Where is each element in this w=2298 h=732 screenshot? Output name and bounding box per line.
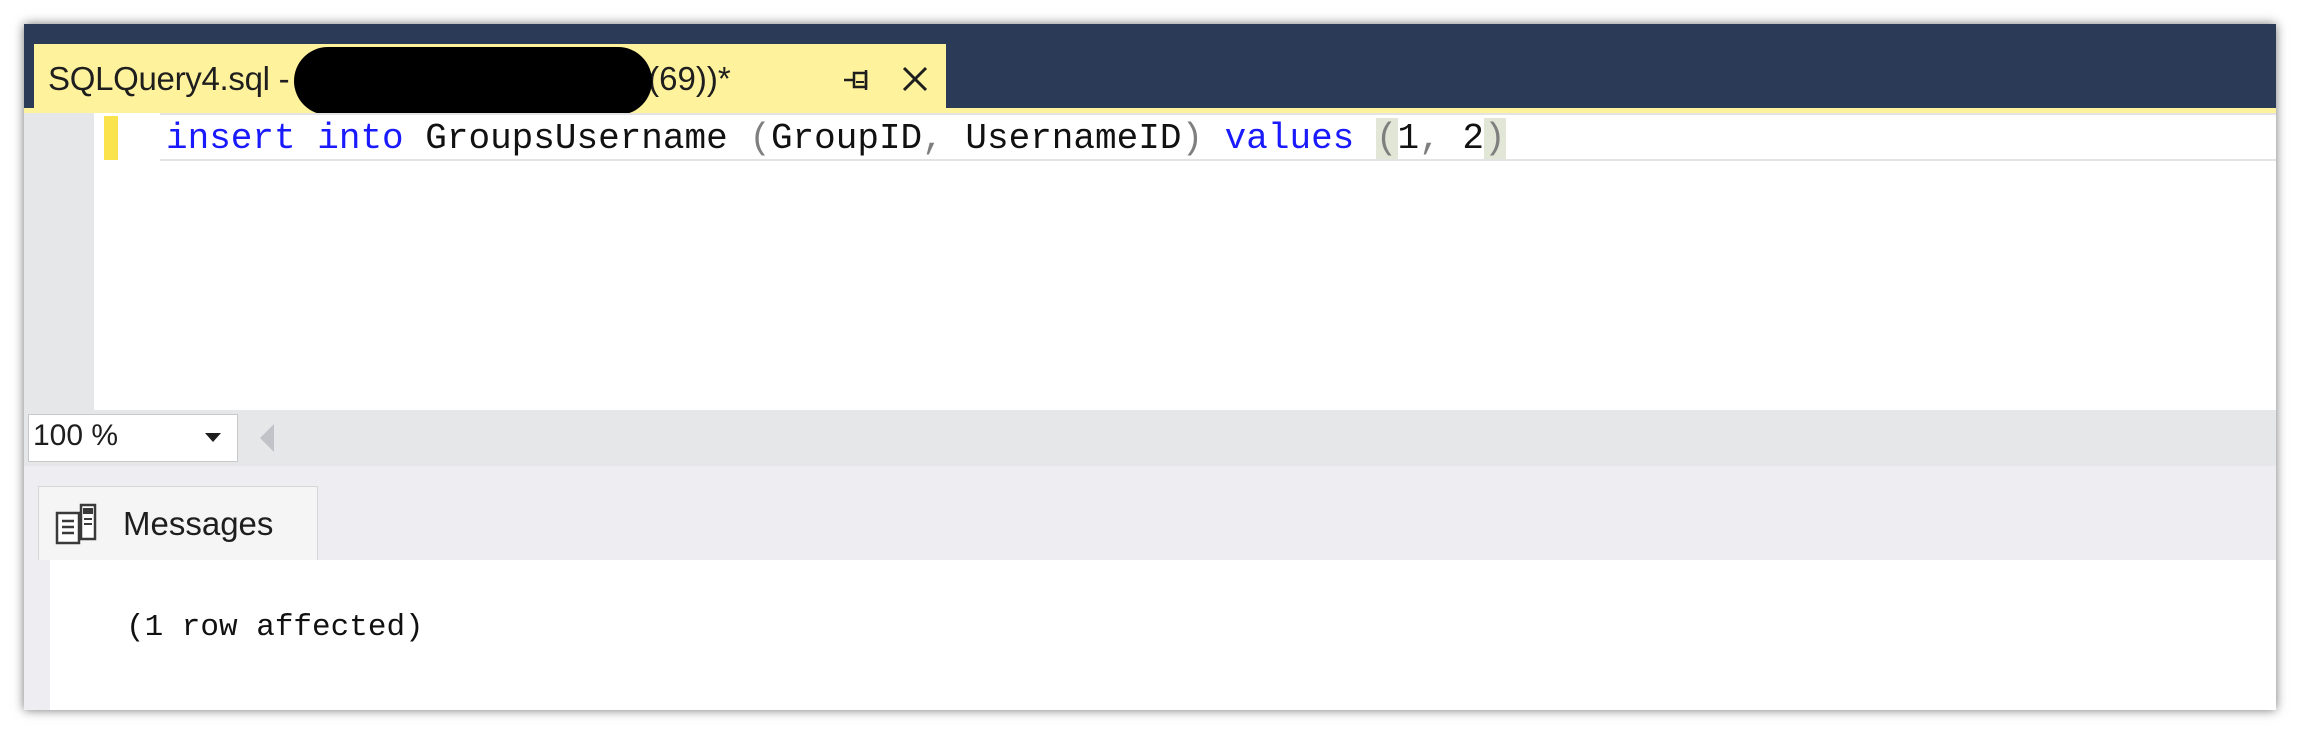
- results-pane: Messages (1 row affected): [24, 466, 2276, 710]
- redacted-server-name: [294, 46, 653, 115]
- message-output: (1 row affected): [126, 610, 424, 645]
- close-paren: ): [1181, 118, 1204, 159]
- messages-icon: [55, 503, 97, 545]
- keyword-into: into: [317, 118, 404, 159]
- open-paren: (: [749, 118, 771, 159]
- comma: ,: [1419, 118, 1463, 159]
- keyword-values: values: [1224, 118, 1355, 159]
- messages-panel: (1 row affected): [50, 560, 2276, 710]
- value-1: 1: [1397, 118, 1420, 159]
- column-usernameid: UsernameID: [965, 118, 1182, 159]
- ssms-window: SQLQuery4.sql - (69))* insert into Group…: [24, 24, 2276, 710]
- query-editor[interactable]: insert into GroupsUsername (GroupID, Use…: [24, 113, 2276, 410]
- close-icon[interactable]: [900, 64, 930, 94]
- scroll-left-arrow-icon[interactable]: [260, 424, 274, 452]
- zoom-dropdown[interactable]: 100 %: [28, 414, 238, 462]
- code-line-1[interactable]: insert into GroupsUsername (GroupID, Use…: [160, 113, 2276, 161]
- unsaved-change-marker: [104, 116, 118, 160]
- editor-gutter: [24, 113, 94, 410]
- table-name: GroupsUsername: [425, 118, 728, 159]
- tab-title-suffix: (69))*: [648, 59, 731, 97]
- column-groupid: GroupID: [770, 118, 923, 159]
- messages-tab-label: Messages: [123, 505, 274, 542]
- values-close-paren: ): [1483, 118, 1506, 159]
- zoom-value: 100 %: [33, 419, 119, 452]
- tab-messages[interactable]: Messages: [38, 486, 318, 560]
- value-2: 2: [1462, 118, 1484, 159]
- comma: ,: [922, 118, 966, 159]
- pin-icon[interactable]: [842, 68, 872, 92]
- zoom-scroll-bar: 100 %: [24, 410, 2276, 466]
- keyword-insert: insert: [166, 118, 296, 159]
- tab-sqlquery4[interactable]: SQLQuery4.sql - (69))*: [34, 44, 946, 115]
- code-text: insert into GroupsUsername (GroupID, Use…: [166, 117, 1506, 161]
- values-open-paren: (: [1375, 118, 1398, 159]
- chevron-down-icon[interactable]: [205, 433, 221, 442]
- tab-title-prefix: SQLQuery4.sql -: [48, 59, 299, 97]
